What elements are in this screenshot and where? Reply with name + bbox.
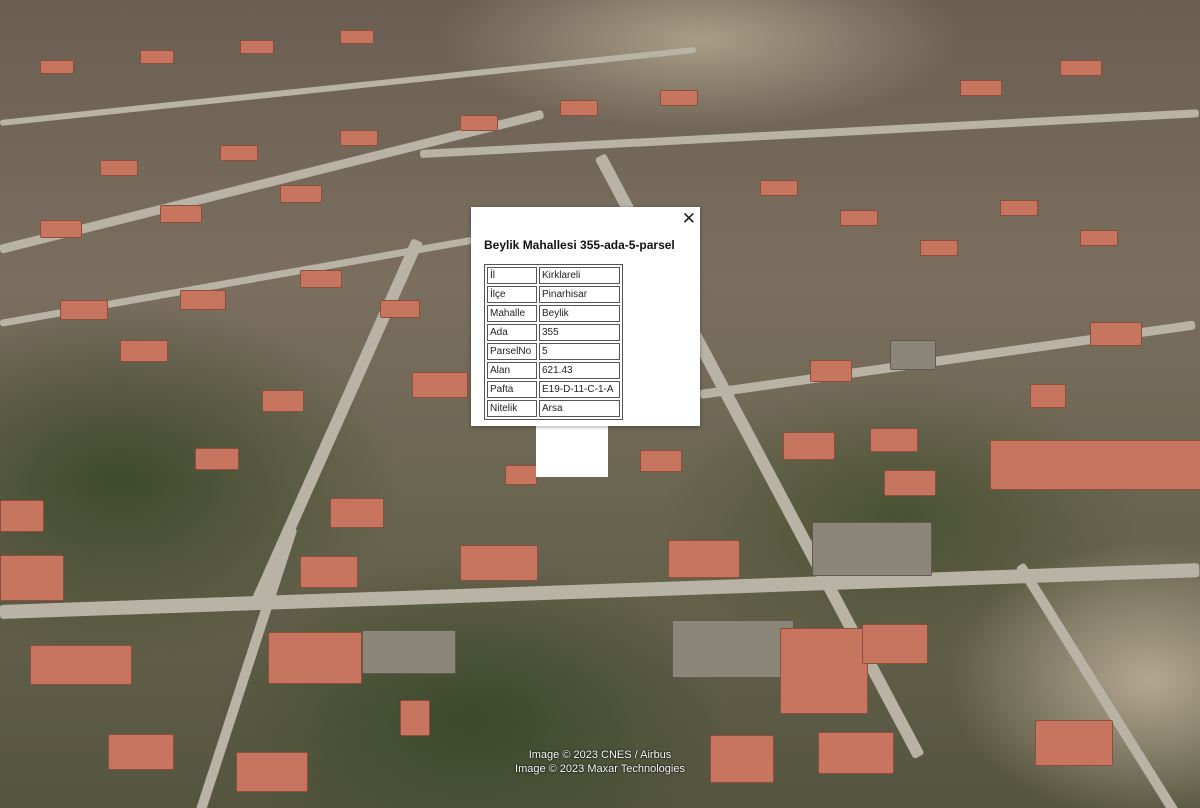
attribute-key: Alan [487,362,537,379]
attribute-row: Mahalle Beylik [487,305,620,322]
attribute-key: Nitelik [487,400,537,417]
attribute-row: İlçe Pinarhisar [487,286,620,303]
roof [990,440,1200,490]
roof [1000,200,1038,216]
roof [40,60,74,74]
popup-title: Beylik Mahallesi 355-ada-5-parsel [484,238,675,252]
parcel-info-popup: ✕ Beylik Mahallesi 355-ada-5-parsel İl Ki… [471,207,700,426]
roof [862,624,928,664]
close-icon[interactable]: ✕ [682,209,696,229]
roof [920,240,958,256]
attribute-key: Mahalle [487,305,537,322]
roof [160,205,202,223]
attribute-value: 355 [539,324,620,341]
roof [812,522,932,576]
roof [330,498,384,528]
attribute-key: ParselNo [487,343,537,360]
roof [460,545,538,581]
attribute-value: Kirklareli [539,267,620,284]
roof [30,645,132,685]
attribute-key: Pafta [487,381,537,398]
roof [640,450,682,472]
roof [380,300,420,318]
attribute-row: Nitelik Arsa [487,400,620,417]
attribute-value: 621.43 [539,362,620,379]
imagery-attribution-line2: Image © 2023 Maxar Technologies [515,763,685,775]
roof [810,360,852,382]
roof [1080,230,1118,246]
roof [505,465,537,485]
attribute-value: 5 [539,343,620,360]
roof [660,90,698,106]
roof [195,448,239,470]
roof [0,555,64,601]
roof [180,290,226,310]
attribute-row: Alan 621.43 [487,362,620,379]
attribute-row: Pafta E19-D-11-C-1-A [487,381,620,398]
roof [100,160,138,176]
roof [460,115,498,131]
roof [400,700,430,736]
roof [783,432,835,460]
roof [60,300,108,320]
attribute-value: Arsa [539,400,620,417]
roof [960,80,1002,96]
roof [780,628,868,714]
roof [412,372,468,398]
road [249,238,424,609]
roof [362,630,456,674]
roof [560,100,598,116]
roof [40,220,82,238]
roof [870,428,918,452]
roof [280,185,322,203]
attribute-row: Ada 355 [487,324,620,341]
roof [120,340,168,362]
attribute-key: İlçe [487,286,537,303]
roof [840,210,878,226]
roof [300,556,358,588]
roof [760,180,798,196]
attribute-value: Beylik [539,305,620,322]
attribute-value: E19-D-11-C-1-A [539,381,620,398]
parcel-attributes-table: İl Kirklareli İlçe Pinarhisar Mahalle Beylik A… [484,264,623,420]
roof [0,500,44,532]
roof [1090,322,1142,346]
imagery-attribution-line1: Image © 2023 CNES / Airbus [528,749,672,761]
roof [240,40,274,54]
roof [340,130,378,146]
popup-notch [562,426,590,444]
attribute-row: ParselNo 5 [487,343,620,360]
roof [672,620,794,678]
roof [300,270,342,288]
attribute-key: İl [487,267,537,284]
roof [262,390,304,412]
roof [140,50,174,64]
roof [268,632,362,684]
roof [1030,384,1066,408]
roof [220,145,258,161]
attribute-value: Pinarhisar [539,286,620,303]
roof [340,30,374,44]
attribute-key: Ada [487,324,537,341]
roof [1060,60,1102,76]
roof [890,340,936,370]
roof [668,540,740,578]
roof [884,470,936,496]
attribute-row: İl Kirklareli [487,267,620,284]
